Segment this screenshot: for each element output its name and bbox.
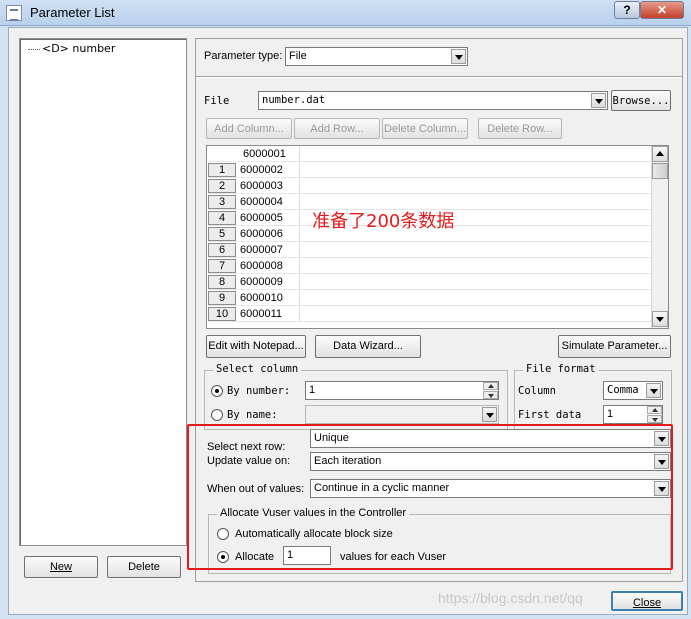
by-number-stepper[interactable]: 1 [305, 381, 499, 400]
simulate-parameter-button[interactable]: Simulate Parameter... [558, 335, 671, 358]
chevron-down-icon [591, 93, 606, 108]
column-label: Column [518, 385, 556, 397]
cell-value[interactable]: 6000004 [240, 195, 300, 209]
scroll-down-icon[interactable] [652, 311, 668, 327]
table-row[interactable]: 2 6000003 [207, 178, 653, 194]
row-number: 6 [208, 243, 236, 257]
scroll-up-icon[interactable] [652, 146, 668, 162]
divider [196, 76, 682, 78]
by-name-label: By name: [227, 409, 278, 421]
column-delimiter-select[interactable]: Comma [603, 381, 663, 400]
row-number: 3 [208, 195, 236, 209]
app-icon [6, 5, 22, 21]
by-number-radio[interactable] [211, 385, 223, 397]
add-row-button[interactable]: Add Row... [294, 118, 380, 139]
parameter-type-select[interactable]: File [285, 47, 468, 66]
select-column-group: Select column By number: 1 By name: [204, 363, 508, 430]
row-number: 4 [208, 211, 236, 225]
scroll-thumb[interactable] [652, 163, 668, 179]
chevron-down-icon [451, 49, 466, 64]
parameter-type-label: Parameter type: [204, 50, 283, 62]
row-number: 5 [208, 227, 236, 241]
chevron-down-icon [646, 383, 661, 398]
file-format-group: File format Column Comma First data 1 [514, 363, 672, 430]
watermark: https://blog.csdn.net/qq [438, 590, 583, 606]
cell-value[interactable]: 6000005 [240, 211, 300, 225]
new-button[interactable]: New [24, 556, 98, 578]
window-close-button[interactable]: ✕ [640, 1, 684, 19]
help-button[interactable]: ? [614, 1, 640, 19]
by-name-select[interactable] [305, 405, 499, 424]
close-button[interactable]: Close [611, 591, 683, 611]
table-row[interactable]: 9 6000010 [207, 290, 653, 306]
file-label: File [204, 95, 230, 107]
parameter-tree: <D> number [19, 38, 187, 546]
cell-value[interactable]: 6000006 [240, 227, 300, 241]
browse-button[interactable]: Browse... [611, 90, 671, 111]
first-data-label: First data [518, 409, 582, 421]
by-name-radio[interactable] [211, 409, 223, 421]
first-data-stepper[interactable]: 1 [603, 405, 663, 424]
cell-value[interactable]: 6000007 [240, 243, 300, 257]
delete-column-button[interactable]: Delete Column... [382, 118, 468, 139]
row-number: 2 [208, 179, 236, 193]
column-header: 6000001 [243, 148, 286, 160]
tree-item-label: number [72, 42, 116, 55]
edit-with-notepad-button[interactable]: Edit with Notepad... [206, 335, 306, 358]
table-row[interactable]: 10 6000011 [207, 306, 653, 322]
annotation-text: 准备了200条数据 [312, 211, 455, 232]
file-path-select[interactable]: number.dat [258, 91, 608, 110]
cell-value[interactable]: 6000010 [240, 291, 300, 305]
table-row[interactable]: 8 6000009 [207, 274, 653, 290]
cell-value[interactable]: 6000003 [240, 179, 300, 193]
data-wizard-button[interactable]: Data Wizard... [315, 335, 421, 358]
tree-item-number[interactable]: <D> number [28, 42, 115, 55]
row-number: 1 [208, 163, 236, 177]
select-column-title: Select column [213, 363, 302, 375]
table-row[interactable]: 6 6000007 [207, 242, 653, 258]
by-number-label: By number: [227, 385, 291, 397]
grid-scrollbar[interactable] [651, 146, 668, 328]
table-row[interactable]: 7 6000008 [207, 258, 653, 274]
parameter-icon: <D> [42, 42, 69, 55]
delete-button[interactable]: Delete [107, 556, 181, 578]
cell-value[interactable]: 6000002 [240, 163, 300, 177]
grid-header-row: 6000001 [207, 146, 653, 162]
add-column-button[interactable]: Add Column... [206, 118, 292, 139]
row-number: 8 [208, 275, 236, 289]
highlight-box [187, 424, 673, 570]
cell-value[interactable]: 6000009 [240, 275, 300, 289]
cell-value[interactable]: 6000008 [240, 259, 300, 273]
row-number: 10 [208, 307, 236, 321]
chevron-down-icon [482, 407, 497, 422]
table-row[interactable]: 1 6000002 [207, 162, 653, 178]
delete-row-button[interactable]: Delete Row... [478, 118, 562, 139]
cell-value[interactable]: 6000011 [240, 307, 300, 321]
data-grid[interactable]: 6000001 1 6000002 2 6000003 3 6000004 4 6000… [206, 145, 669, 329]
window-title: Parameter List [30, 5, 115, 20]
row-number: 7 [208, 259, 236, 273]
row-number: 9 [208, 291, 236, 305]
file-format-title: File format [523, 363, 599, 375]
